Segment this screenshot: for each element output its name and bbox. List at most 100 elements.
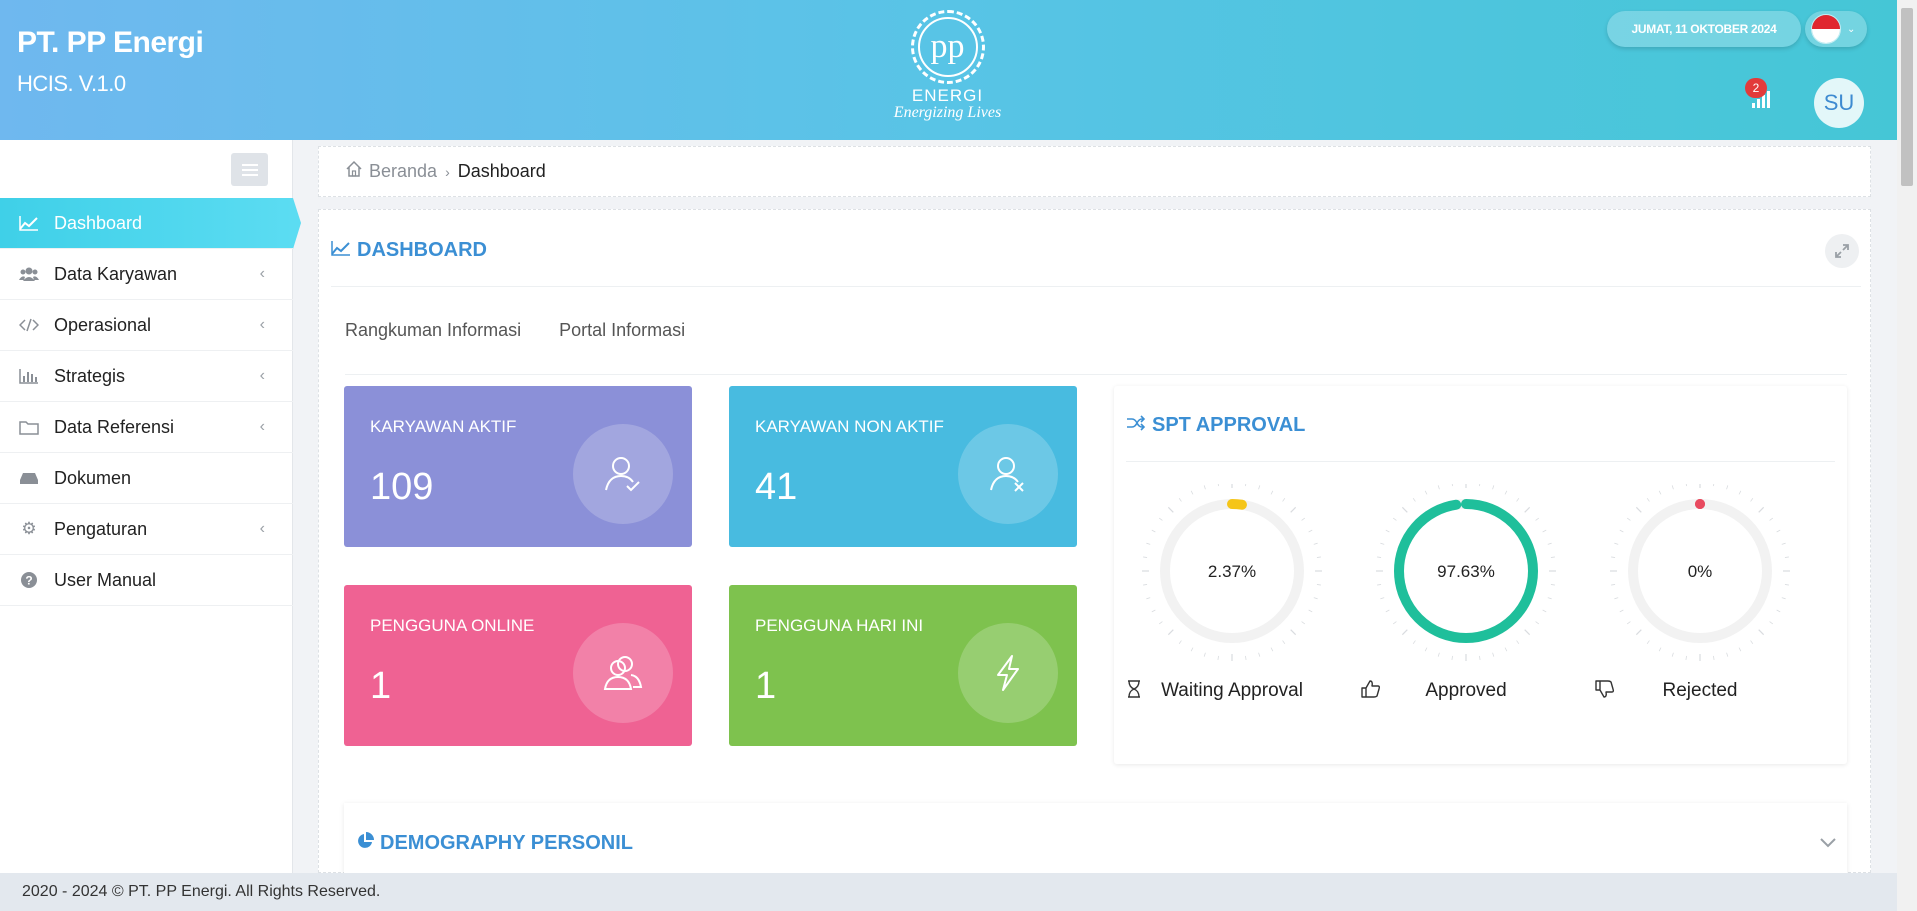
gauge-tick (1377, 584, 1382, 586)
line-chart-icon (331, 239, 351, 262)
gauge-tick (1190, 647, 1194, 652)
gauge-tick (1282, 497, 1286, 502)
user-avatar[interactable]: SU (1814, 78, 1864, 128)
folder-icon (18, 417, 40, 437)
language-selector[interactable]: ⌄ (1805, 11, 1867, 47)
gauge-tick (1614, 597, 1619, 600)
sidebar-item-label: User Manual (54, 569, 157, 590)
indonesia-flag-icon (1811, 14, 1841, 44)
page-scrollbar[interactable] (1897, 0, 1917, 911)
tab-portal-informasi[interactable]: Portal Informasi (559, 320, 685, 341)
gauge-tick (1313, 597, 1318, 600)
gauge-tick (1308, 529, 1313, 533)
gear-icon: ⚙ (21, 519, 37, 538)
gauge-tick (1377, 556, 1382, 558)
notification-badge: 2 (1745, 78, 1767, 98)
sidebar-item-dokumen[interactable]: Dokumen (0, 453, 293, 504)
stat-value: 1 (755, 665, 777, 707)
stat-card-pengguna-online[interactable]: PENGGUNA ONLINE 1 (344, 585, 692, 746)
gauge-tick (1671, 485, 1674, 490)
gauge-tick (1146, 542, 1151, 545)
chevron-down-icon: ⌄ (1847, 23, 1856, 35)
breadcrumb-home-link[interactable]: Beranda (369, 161, 437, 182)
gauge-tick (1401, 629, 1408, 636)
stat-card-karyawan-non-aktif[interactable]: KARYAWAN NON AKTIF 41 (729, 386, 1077, 547)
chevron-down-icon[interactable] (1819, 833, 1837, 854)
inbox-icon (18, 468, 40, 488)
gauge-tick (1758, 506, 1765, 513)
gauge-tick (1380, 597, 1385, 600)
gauge-tick (1635, 629, 1642, 636)
gauge-tick (1437, 485, 1440, 490)
gauge-tick (1385, 609, 1390, 613)
gauge-approved: 97.63% Approved (1361, 484, 1571, 701)
gauge-tick (1535, 517, 1540, 521)
sidebar-item-data-karyawan[interactable]: Data Karyawan ‹ (0, 249, 293, 300)
gauge-tick (1143, 556, 1148, 558)
sidebar-item-label: Pengaturan (54, 518, 148, 539)
gauge-tick (1492, 652, 1495, 657)
dashboard-panel: DASHBOARD Rangkuman Informasi Portal Inf… (318, 209, 1871, 874)
brand-subtitle: HCIS. V.1.0 (17, 71, 126, 96)
sidebar-item-pengaturan[interactable]: ⚙ Pengaturan ‹ (0, 504, 293, 555)
gauge-tick (1619, 529, 1624, 533)
gauge-tick (1784, 584, 1789, 586)
gauge-tick (1178, 640, 1182, 645)
gauge-tick (1290, 506, 1297, 513)
gauge-tick (1685, 484, 1687, 487)
menu-toggle-button[interactable] (231, 153, 268, 186)
demography-card[interactable]: DEMOGRAPHY PERSONIL (344, 803, 1847, 874)
gauge-tick (1178, 497, 1182, 502)
gauge-tick (1550, 584, 1555, 586)
spt-approval-card: SPT APPROVAL 2.37% Waiting Approval 97.6… (1114, 386, 1847, 764)
gauge-waiting-approval: 2.37% Waiting Approval (1127, 484, 1337, 701)
gauge-tick (1769, 621, 1774, 625)
gauge-tick (1614, 542, 1619, 545)
gauge-tick (1611, 584, 1616, 586)
gauge-tick (1392, 517, 1397, 521)
gauge-tick (1392, 621, 1397, 625)
stat-card-karyawan-aktif[interactable]: KARYAWAN AKTIF 109 (344, 386, 692, 547)
line-chart-icon (18, 213, 40, 233)
sidebar-item-strategis[interactable]: Strategis ‹ (0, 351, 293, 402)
sidebar-item-dashboard[interactable]: Dashboard (0, 198, 301, 249)
gauge-tick (1451, 484, 1453, 487)
demography-title: DEMOGRAPHY PERSONIL (356, 832, 633, 855)
stat-value: 109 (370, 466, 434, 508)
scrollbar-thumb[interactable] (1901, 8, 1913, 186)
gauge-tick (1738, 490, 1742, 495)
sidebar-item-user-manual[interactable]: ? User Manual (0, 555, 293, 606)
gauge-tick (1524, 629, 1531, 636)
gauge-tick (1143, 584, 1148, 586)
gauge-tick (1726, 652, 1729, 657)
sidebar-item-operasional[interactable]: Operasional ‹ (0, 300, 293, 351)
gauge-tick (1619, 609, 1624, 613)
sidebar-item-data-referensi[interactable]: Data Referensi ‹ (0, 402, 293, 453)
stat-label: KARYAWAN AKTIF (370, 417, 517, 436)
home-icon[interactable] (345, 160, 363, 183)
chevron-right-icon: › (445, 163, 450, 180)
stat-value: 41 (755, 466, 798, 508)
user-x-icon (958, 424, 1058, 524)
gauge-tick (1167, 629, 1174, 636)
gauge-tick (1151, 529, 1156, 533)
gauge-tick (1671, 652, 1674, 657)
gauge-tick (1258, 652, 1261, 657)
expand-button[interactable] (1825, 234, 1859, 268)
gauge-tick (1626, 621, 1631, 625)
pie-chart-icon (356, 832, 374, 855)
gauge-tick (1451, 655, 1453, 660)
gauge-tick (1713, 655, 1715, 660)
footer: 2020 - 2024 © PT. PP Energi. All Rights … (0, 873, 1897, 911)
gauge-tick (1203, 652, 1206, 657)
gauge-tick (1738, 647, 1742, 652)
gauge-tick (1380, 542, 1385, 545)
gauge-tick (1542, 609, 1547, 613)
stat-card-pengguna-hari-ini[interactable]: PENGGUNA HARI INI 1 (729, 585, 1077, 746)
gauge-tick (1203, 485, 1206, 490)
gauge-tick (1258, 485, 1261, 490)
gauge-tick (1437, 652, 1440, 657)
tab-rangkuman-informasi[interactable]: Rangkuman Informasi (345, 320, 521, 341)
gauge-tick (1781, 597, 1786, 600)
gauge-tick (1504, 647, 1508, 652)
